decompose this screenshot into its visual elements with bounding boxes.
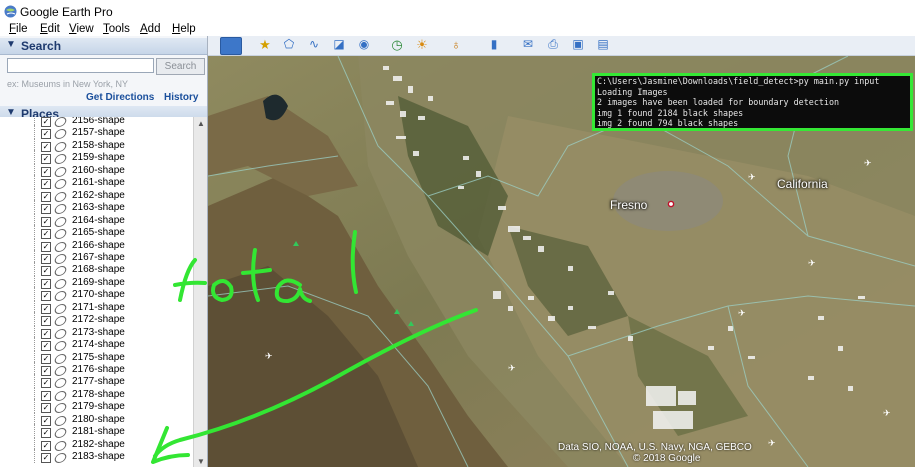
handwritten-annotation — [151, 230, 478, 464]
